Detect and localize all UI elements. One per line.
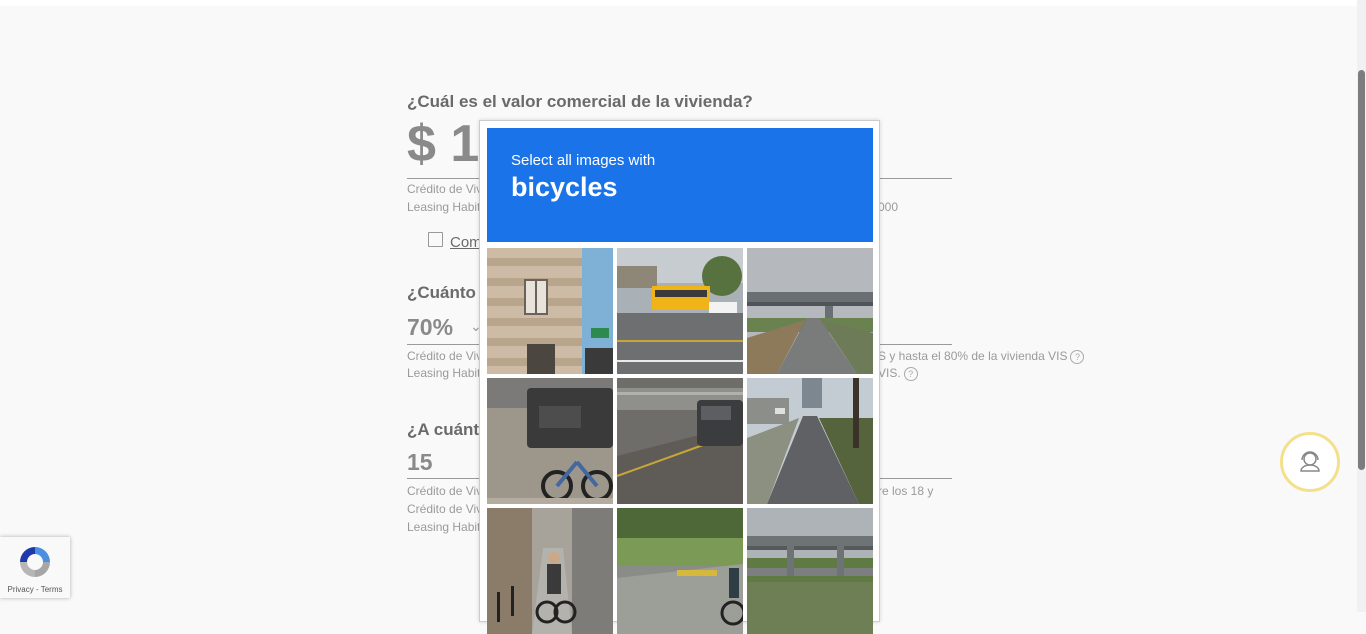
- financing-note-1: Crédito de Viv: [407, 349, 483, 363]
- captcha-target: bicycles: [511, 172, 618, 202]
- external-link-icon: [428, 232, 443, 247]
- term-note-1-tail: re los 18 y: [878, 484, 934, 498]
- headset-icon: [1300, 451, 1320, 472]
- captcha-tile-1[interactable]: [487, 248, 613, 374]
- recaptcha-logo-icon: [20, 547, 50, 577]
- term-note-1: Crédito de Viv: [407, 484, 483, 498]
- scrollbar-thumb[interactable]: [1358, 70, 1365, 470]
- captcha-tile-9[interactable]: [747, 508, 873, 634]
- property-value-note-2: Leasing Habit: [407, 200, 481, 214]
- captcha-tile-6[interactable]: [747, 378, 873, 504]
- support-chat-button[interactable]: [1280, 432, 1340, 492]
- compare-link[interactable]: Com: [450, 234, 482, 251]
- property-value-note-2-tail: 000: [878, 200, 899, 214]
- captcha-tile-3[interactable]: [747, 248, 873, 374]
- help-icon[interactable]: ?: [1070, 349, 1085, 364]
- captcha-tile-4[interactable]: [487, 378, 613, 504]
- financing-note-1-tail: S y hasta el 80% de la vivienda VIS?: [878, 349, 1085, 364]
- financing-percent-select[interactable]: 70%: [407, 314, 453, 341]
- page-scrollbar[interactable]: [1357, 0, 1366, 612]
- recaptcha-badge[interactable]: Privacy - Terms: [0, 537, 70, 598]
- term-note-3: Leasing Habit: [407, 520, 481, 534]
- top-strip: [0, 0, 1357, 6]
- captcha-instruction-header: Select all images with bicycles: [487, 128, 873, 242]
- financing-note-2: Leasing Habit: [407, 366, 481, 380]
- help-icon[interactable]: ?: [903, 366, 918, 381]
- property-value-note-1: Crédito de Viv: [407, 182, 483, 196]
- captcha-tile-2[interactable]: [617, 248, 743, 374]
- term-years-question: ¿A cuánto: [407, 420, 490, 439]
- captcha-tile-8[interactable]: [617, 508, 743, 634]
- property-value-input[interactable]: $ 1: [407, 114, 479, 174]
- captcha-tile-7[interactable]: [487, 508, 613, 634]
- financing-note-2-tail-text: VIS.: [878, 366, 901, 380]
- property-value-question: ¿Cuál es el valor comercial de la vivien…: [407, 92, 753, 111]
- captcha-instruction: Select all images with: [511, 152, 656, 169]
- recaptcha-privacy-terms[interactable]: Privacy - Terms: [0, 585, 70, 594]
- financing-note-1-tail-text: S y hasta el 80% de la vivienda VIS: [878, 349, 1068, 363]
- term-note-2: Crédito de Viv: [407, 502, 483, 516]
- financing-note-2-tail: VIS.?: [878, 366, 918, 381]
- captcha-tile-5[interactable]: [617, 378, 743, 504]
- recaptcha-challenge: Select all images with bicycles: [479, 120, 880, 634]
- term-years-input[interactable]: 15: [407, 449, 433, 476]
